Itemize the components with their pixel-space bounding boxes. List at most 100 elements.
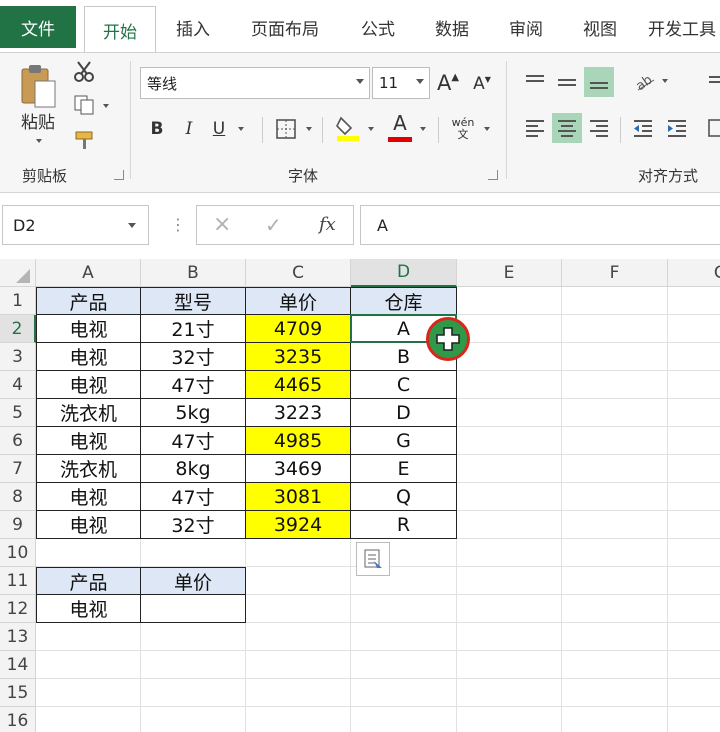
row-header[interactable]: 15 xyxy=(0,679,36,707)
table-header-cell[interactable]: 仓库 xyxy=(351,287,457,315)
decrease-indent-icon[interactable] xyxy=(628,113,658,143)
grid-cell[interactable] xyxy=(668,287,720,315)
grid-cell[interactable] xyxy=(668,623,720,651)
grid-cell[interactable] xyxy=(246,567,351,595)
table-header-cell[interactable]: 产品 xyxy=(36,287,141,315)
row-header[interactable]: 12 xyxy=(0,595,36,623)
grid-cell[interactable] xyxy=(457,651,562,679)
align-middle-icon[interactable] xyxy=(552,67,582,97)
row-header[interactable]: 14 xyxy=(0,651,36,679)
grid-cell[interactable] xyxy=(562,287,668,315)
column-header[interactable]: D xyxy=(351,259,457,287)
select-all-corner[interactable] xyxy=(0,259,36,287)
grid-cell[interactable] xyxy=(351,707,457,732)
formula-input[interactable]: A xyxy=(360,205,720,245)
clipboard-launcher-icon[interactable] xyxy=(114,170,124,180)
row-header[interactable]: 10 xyxy=(0,539,36,567)
table-cell[interactable]: 电视 xyxy=(36,595,141,623)
grid-cell[interactable] xyxy=(246,707,351,732)
grid-cell[interactable] xyxy=(562,427,668,455)
row-header[interactable]: 2 xyxy=(0,315,36,343)
grid-cell[interactable] xyxy=(246,595,351,623)
grid-cell[interactable] xyxy=(457,539,562,567)
font-launcher-icon[interactable] xyxy=(488,170,498,180)
table-header-cell[interactable]: 单价 xyxy=(246,287,351,315)
format-painter-icon[interactable] xyxy=(72,127,98,153)
table-header-cell[interactable]: 产品 xyxy=(36,567,141,595)
grid-cell[interactable] xyxy=(668,539,720,567)
grid-cell[interactable] xyxy=(457,483,562,511)
table-cell[interactable]: 电视 xyxy=(36,427,141,455)
table-cell[interactable]: 47寸 xyxy=(141,371,246,399)
grid-cell[interactable] xyxy=(668,707,720,732)
tab-page-layout[interactable]: 页面布局 xyxy=(236,6,334,48)
paste-button[interactable]: 粘贴 xyxy=(14,109,62,133)
table-header-cell[interactable]: 单价 xyxy=(141,567,246,595)
chevron-down-icon[interactable] xyxy=(128,223,136,228)
font-color-dropdown-icon[interactable] xyxy=(420,127,426,131)
row-header[interactable]: 5 xyxy=(0,399,36,427)
row-header[interactable]: 9 xyxy=(0,511,36,539)
grid-cell[interactable] xyxy=(457,511,562,539)
font-size-select[interactable]: 11 xyxy=(372,67,430,99)
grid-cell[interactable] xyxy=(36,539,141,567)
italic-button[interactable]: I xyxy=(178,115,200,143)
table-cell[interactable]: 47寸 xyxy=(141,483,246,511)
grid-cell[interactable] xyxy=(668,679,720,707)
table-cell[interactable]: 4465 xyxy=(246,371,351,399)
column-header[interactable]: F xyxy=(562,259,668,287)
grid-cell[interactable] xyxy=(457,455,562,483)
grid-cell[interactable] xyxy=(351,595,457,623)
paste-icon[interactable] xyxy=(16,63,60,109)
table-cell[interactable]: 洗衣机 xyxy=(36,455,141,483)
cancel-icon[interactable]: × xyxy=(213,212,231,237)
align-top-icon[interactable] xyxy=(520,67,550,97)
borders-dropdown-icon[interactable] xyxy=(306,127,312,131)
table-cell[interactable]: 47寸 xyxy=(141,427,246,455)
table-cell[interactable]: 4709 xyxy=(246,315,351,343)
grid-cell[interactable] xyxy=(562,511,668,539)
grid-cell[interactable] xyxy=(457,287,562,315)
grow-font-button[interactable]: A ▲ xyxy=(436,69,460,97)
phonetic-dropdown-icon[interactable] xyxy=(484,127,490,131)
grid-cell[interactable] xyxy=(141,623,246,651)
grid-cell[interactable] xyxy=(457,707,562,732)
table-cell[interactable]: E xyxy=(351,455,457,483)
row-header[interactable]: 1 xyxy=(0,287,36,315)
align-right-icon[interactable] xyxy=(584,113,614,143)
grid-cell[interactable] xyxy=(36,707,141,732)
grid-cell[interactable] xyxy=(457,623,562,651)
grid-cell[interactable] xyxy=(141,539,246,567)
grid-cell[interactable] xyxy=(562,679,668,707)
name-box[interactable]: D2 xyxy=(2,205,149,245)
table-cell[interactable]: 32寸 xyxy=(141,343,246,371)
grid-cell[interactable] xyxy=(246,623,351,651)
table-cell[interactable]: G xyxy=(351,427,457,455)
insert-function-icon[interactable]: fx xyxy=(319,214,336,235)
table-cell[interactable]: 5kg xyxy=(141,399,246,427)
grid-cell[interactable] xyxy=(562,595,668,623)
grid-cell[interactable] xyxy=(668,315,720,343)
grid-cell[interactable] xyxy=(562,315,668,343)
borders-icon[interactable] xyxy=(274,117,298,141)
row-header[interactable]: 3 xyxy=(0,343,36,371)
column-header[interactable]: A xyxy=(36,259,141,287)
grid-cell[interactable] xyxy=(562,483,668,511)
table-cell[interactable]: 3469 xyxy=(246,455,351,483)
table-cell[interactable]: 3223 xyxy=(246,399,351,427)
column-header[interactable]: B xyxy=(141,259,246,287)
tab-formulas[interactable]: 公式 xyxy=(346,6,410,48)
grid-cell[interactable] xyxy=(457,595,562,623)
row-header[interactable]: 13 xyxy=(0,623,36,651)
row-header[interactable]: 6 xyxy=(0,427,36,455)
grid-cell[interactable] xyxy=(668,399,720,427)
grid-cell[interactable] xyxy=(457,567,562,595)
table-cell[interactable]: 21寸 xyxy=(141,315,246,343)
underline-dropdown-icon[interactable] xyxy=(238,127,244,131)
table-cell[interactable]: R xyxy=(351,511,457,539)
column-header[interactable]: E xyxy=(457,259,562,287)
grid-cell[interactable] xyxy=(668,567,720,595)
table-cell[interactable]: D xyxy=(351,399,457,427)
grid-cell[interactable] xyxy=(668,371,720,399)
grid-cell[interactable] xyxy=(457,315,562,343)
